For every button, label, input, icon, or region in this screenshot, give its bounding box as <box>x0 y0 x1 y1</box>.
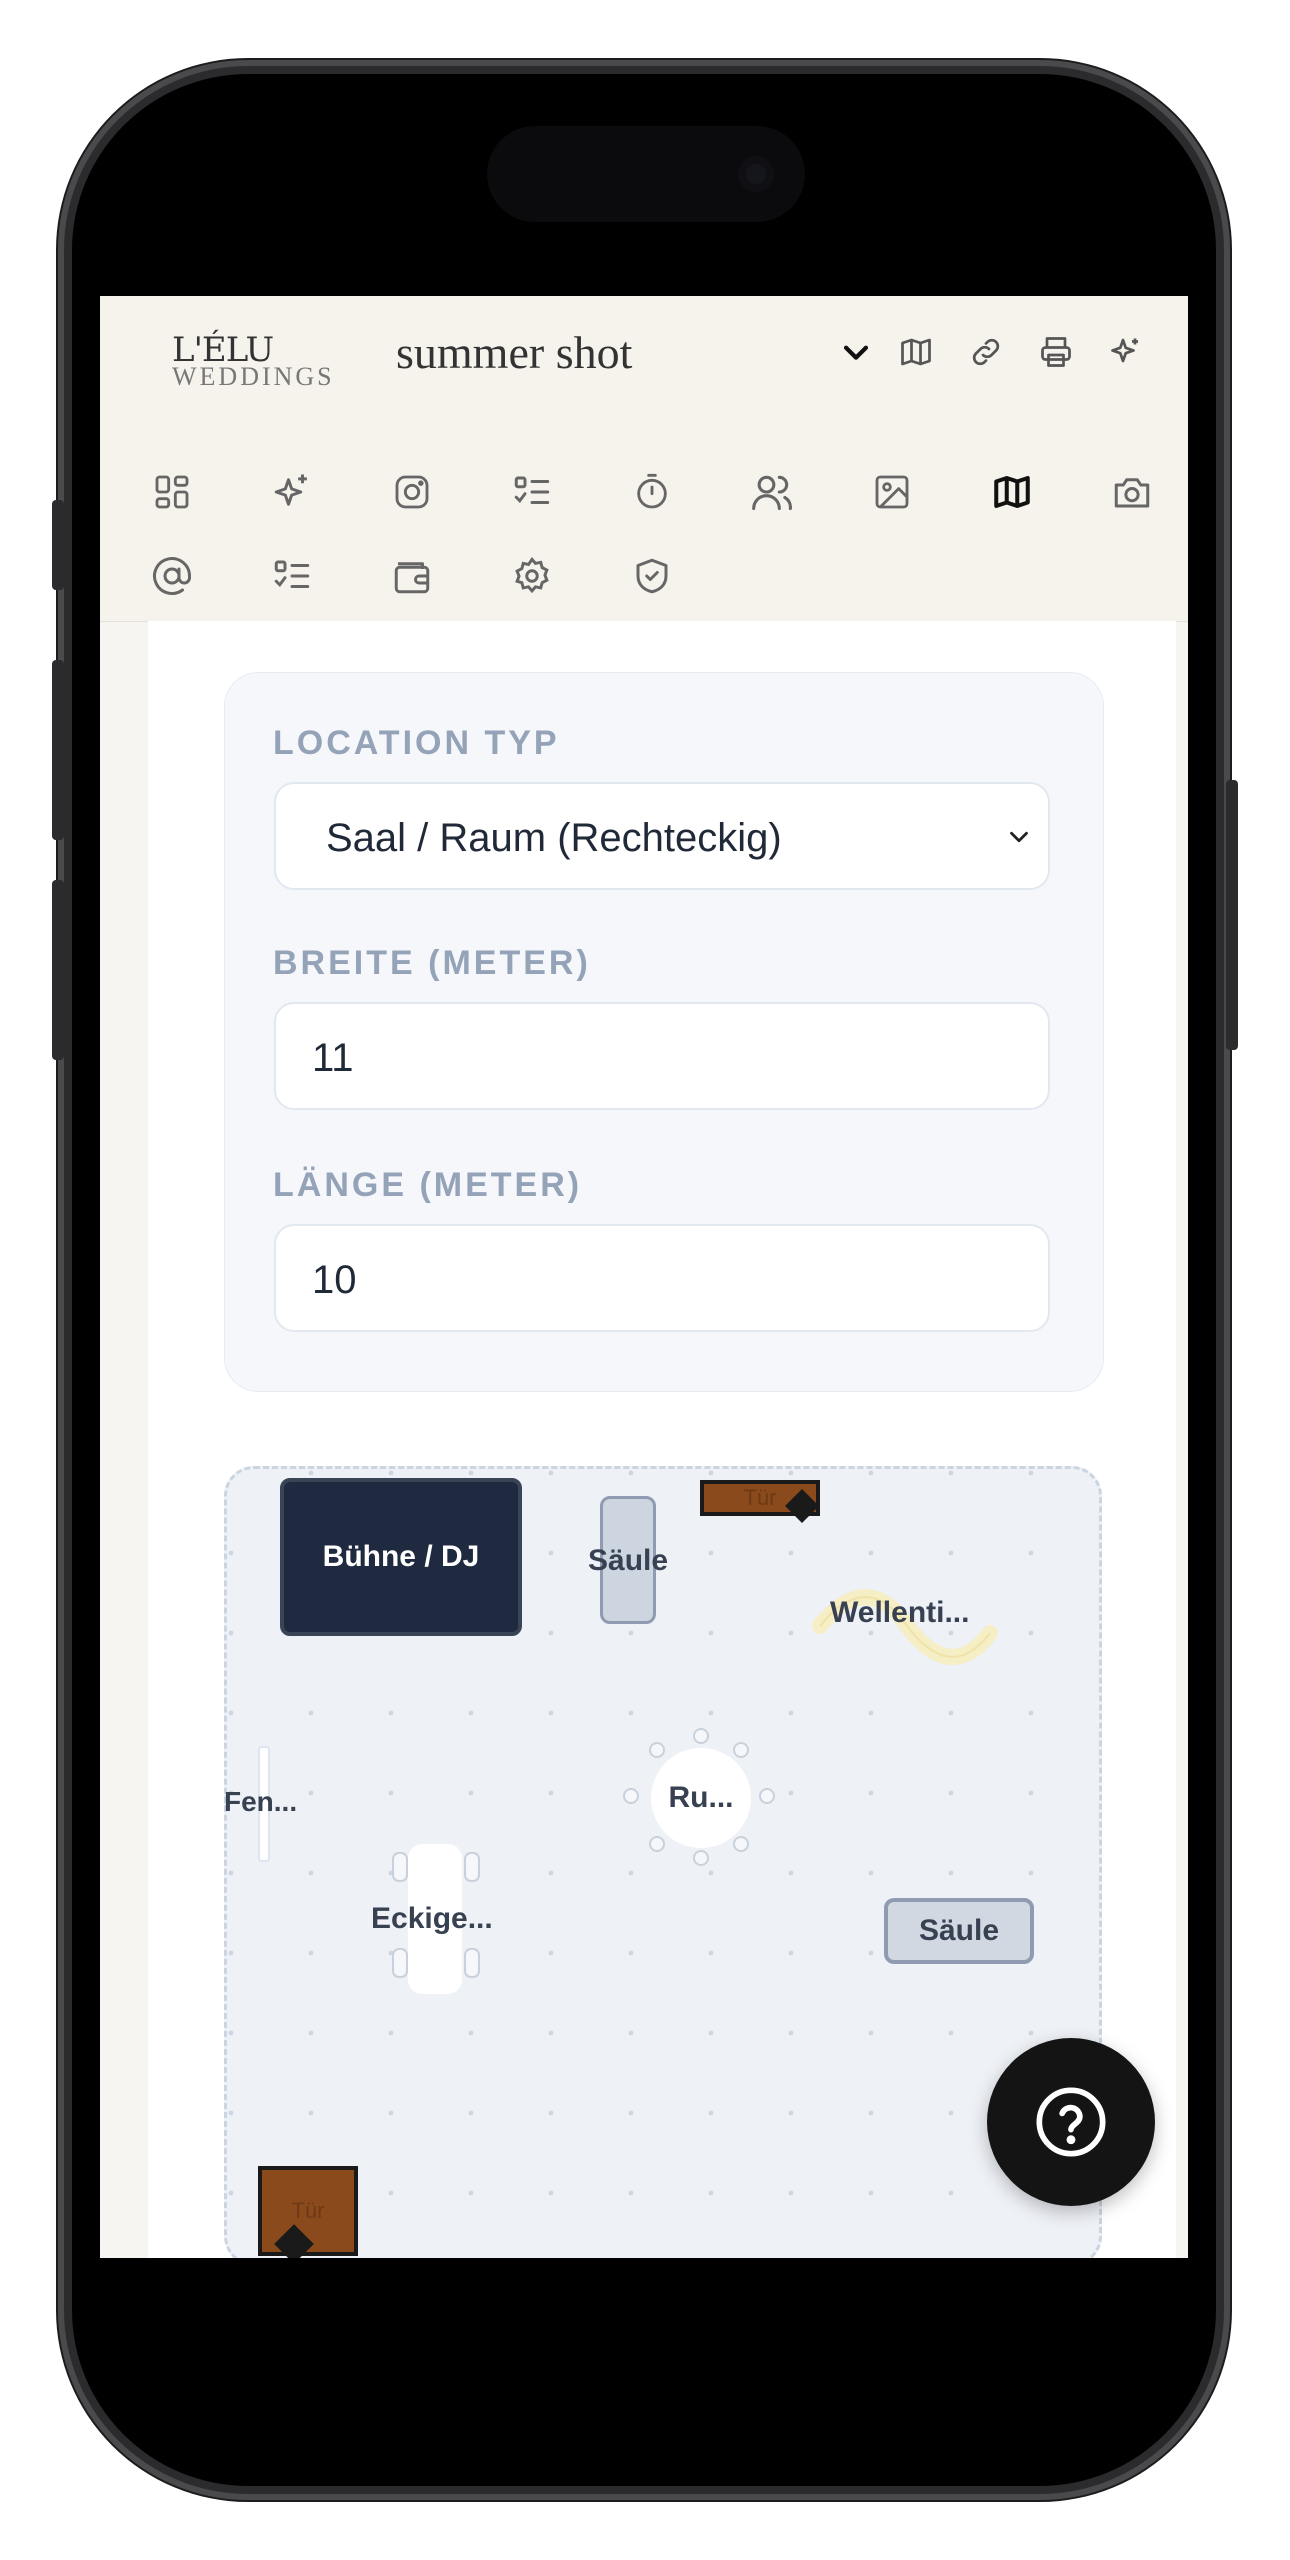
chair <box>392 1852 408 1882</box>
round-table-element[interactable]: Ru... <box>651 1748 751 1848</box>
chair <box>693 1728 709 1744</box>
width-input[interactable]: 11 <box>274 1002 1050 1110</box>
chair <box>649 1836 665 1852</box>
link-icon[interactable] <box>966 332 1006 372</box>
chair <box>623 1788 639 1804</box>
wallet-icon[interactable] <box>390 554 434 598</box>
stage-element[interactable]: Bühne / DJ <box>280 1478 522 1636</box>
door-bottom-label: Tür <box>291 2198 325 2223</box>
volume-up-button <box>52 660 64 840</box>
chevron-down-icon[interactable] <box>836 332 876 372</box>
rect-table-label: Eckige... <box>371 1902 493 1935</box>
round-table-label: Ru... <box>668 1781 734 1814</box>
app-header: L'ÉLU WEDDINGS summer shot <box>100 296 1188 622</box>
length-input[interactable]: 10 <box>274 1224 1050 1332</box>
event-title: summer shot <box>396 327 633 378</box>
checklist-icon[interactable] <box>510 470 554 514</box>
at-icon[interactable] <box>150 554 194 598</box>
sparkles-icon[interactable] <box>270 470 314 514</box>
sparkles-icon[interactable] <box>1106 332 1146 372</box>
width-value: 11 <box>312 1036 354 1080</box>
pillar-label-2: Säule <box>918 1914 1000 1947</box>
camera-lens <box>738 156 774 192</box>
guests-icon[interactable] <box>750 470 794 514</box>
timer-icon[interactable] <box>630 470 674 514</box>
window-label: Fen... <box>224 1786 298 1817</box>
chevron-down-icon <box>1004 822 1034 857</box>
chair <box>464 1852 480 1882</box>
pillar-label: Säule <box>588 1544 669 1577</box>
volume-down-button <box>52 880 64 1060</box>
camera-icon[interactable] <box>1110 470 1154 514</box>
wave-table-shape[interactable] <box>810 1578 1000 1688</box>
help-button[interactable] <box>987 2038 1155 2206</box>
chair <box>392 1948 408 1978</box>
width-label: BREITE (METER) <box>273 944 591 982</box>
map-icon[interactable] <box>896 332 936 372</box>
length-label: LÄNGE (METER) <box>273 1166 583 1204</box>
chair <box>464 1948 480 1978</box>
action-button <box>52 500 64 590</box>
length-value: 10 <box>312 1258 357 1302</box>
printer-icon[interactable] <box>1036 332 1076 372</box>
instagram-icon[interactable] <box>390 470 434 514</box>
door-top-label: Tür <box>743 1485 777 1510</box>
logo-sub: WEDDINGS <box>172 362 335 391</box>
shield-check-icon[interactable] <box>630 554 674 598</box>
image-icon[interactable] <box>870 470 914 514</box>
chair <box>733 1836 749 1852</box>
stage-label: Bühne / DJ <box>322 1540 480 1573</box>
settings-icon[interactable] <box>510 554 554 598</box>
brand-logo[interactable]: L'ÉLU WEDDINGS <box>172 330 352 392</box>
dashboard-icon[interactable] <box>150 470 194 514</box>
power-button <box>1226 780 1238 1050</box>
help-icon <box>1036 2087 1106 2157</box>
chair <box>649 1742 665 1758</box>
pillar-element-2[interactable]: Säule <box>884 1898 1034 1964</box>
location-type-select[interactable]: Saal / Raum (Rechteckig) <box>274 782 1050 890</box>
location-type-value: Saal / Raum (Rechteckig) <box>326 816 782 860</box>
wave-table-label: Wellenti... <box>830 1596 970 1629</box>
app-screen: L'ÉLU WEDDINGS summer shot LOCATION TYP … <box>100 296 1188 2258</box>
chair <box>693 1850 709 1866</box>
chair <box>733 1742 749 1758</box>
checklist-icon[interactable] <box>270 554 314 598</box>
chair <box>759 1788 775 1804</box>
map-icon[interactable] <box>990 470 1034 514</box>
location-type-label: LOCATION TYP <box>273 724 560 762</box>
